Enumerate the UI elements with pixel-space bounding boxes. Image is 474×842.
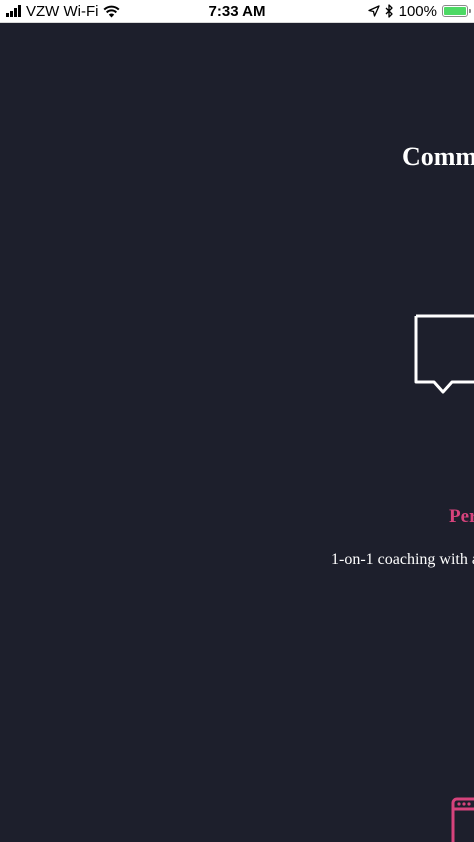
section-heading: Comm (402, 142, 474, 171)
battery-icon (442, 5, 471, 17)
wifi-icon (103, 5, 120, 17)
feature-description: 1-on-1 coaching with a (331, 551, 474, 568)
main-content[interactable]: Comm Per 1-on-1 coaching with a (0, 24, 474, 842)
browser-window-icon (451, 797, 474, 842)
location-arrow-icon (367, 5, 380, 17)
carrier-label: VZW Wi-Fi (26, 2, 99, 20)
bluetooth-icon (385, 4, 393, 18)
battery-fill (444, 7, 466, 15)
feature-title: Per (449, 506, 474, 527)
battery-percent: 100% (398, 2, 437, 20)
status-bar-left: VZW Wi-Fi (6, 3, 120, 20)
chat-bubble-icon (414, 314, 474, 394)
status-bar-right: 100% (367, 2, 471, 20)
cellular-signal-icon (6, 5, 21, 17)
status-bar: VZW Wi-Fi 7:33 AM 100% (0, 0, 474, 23)
